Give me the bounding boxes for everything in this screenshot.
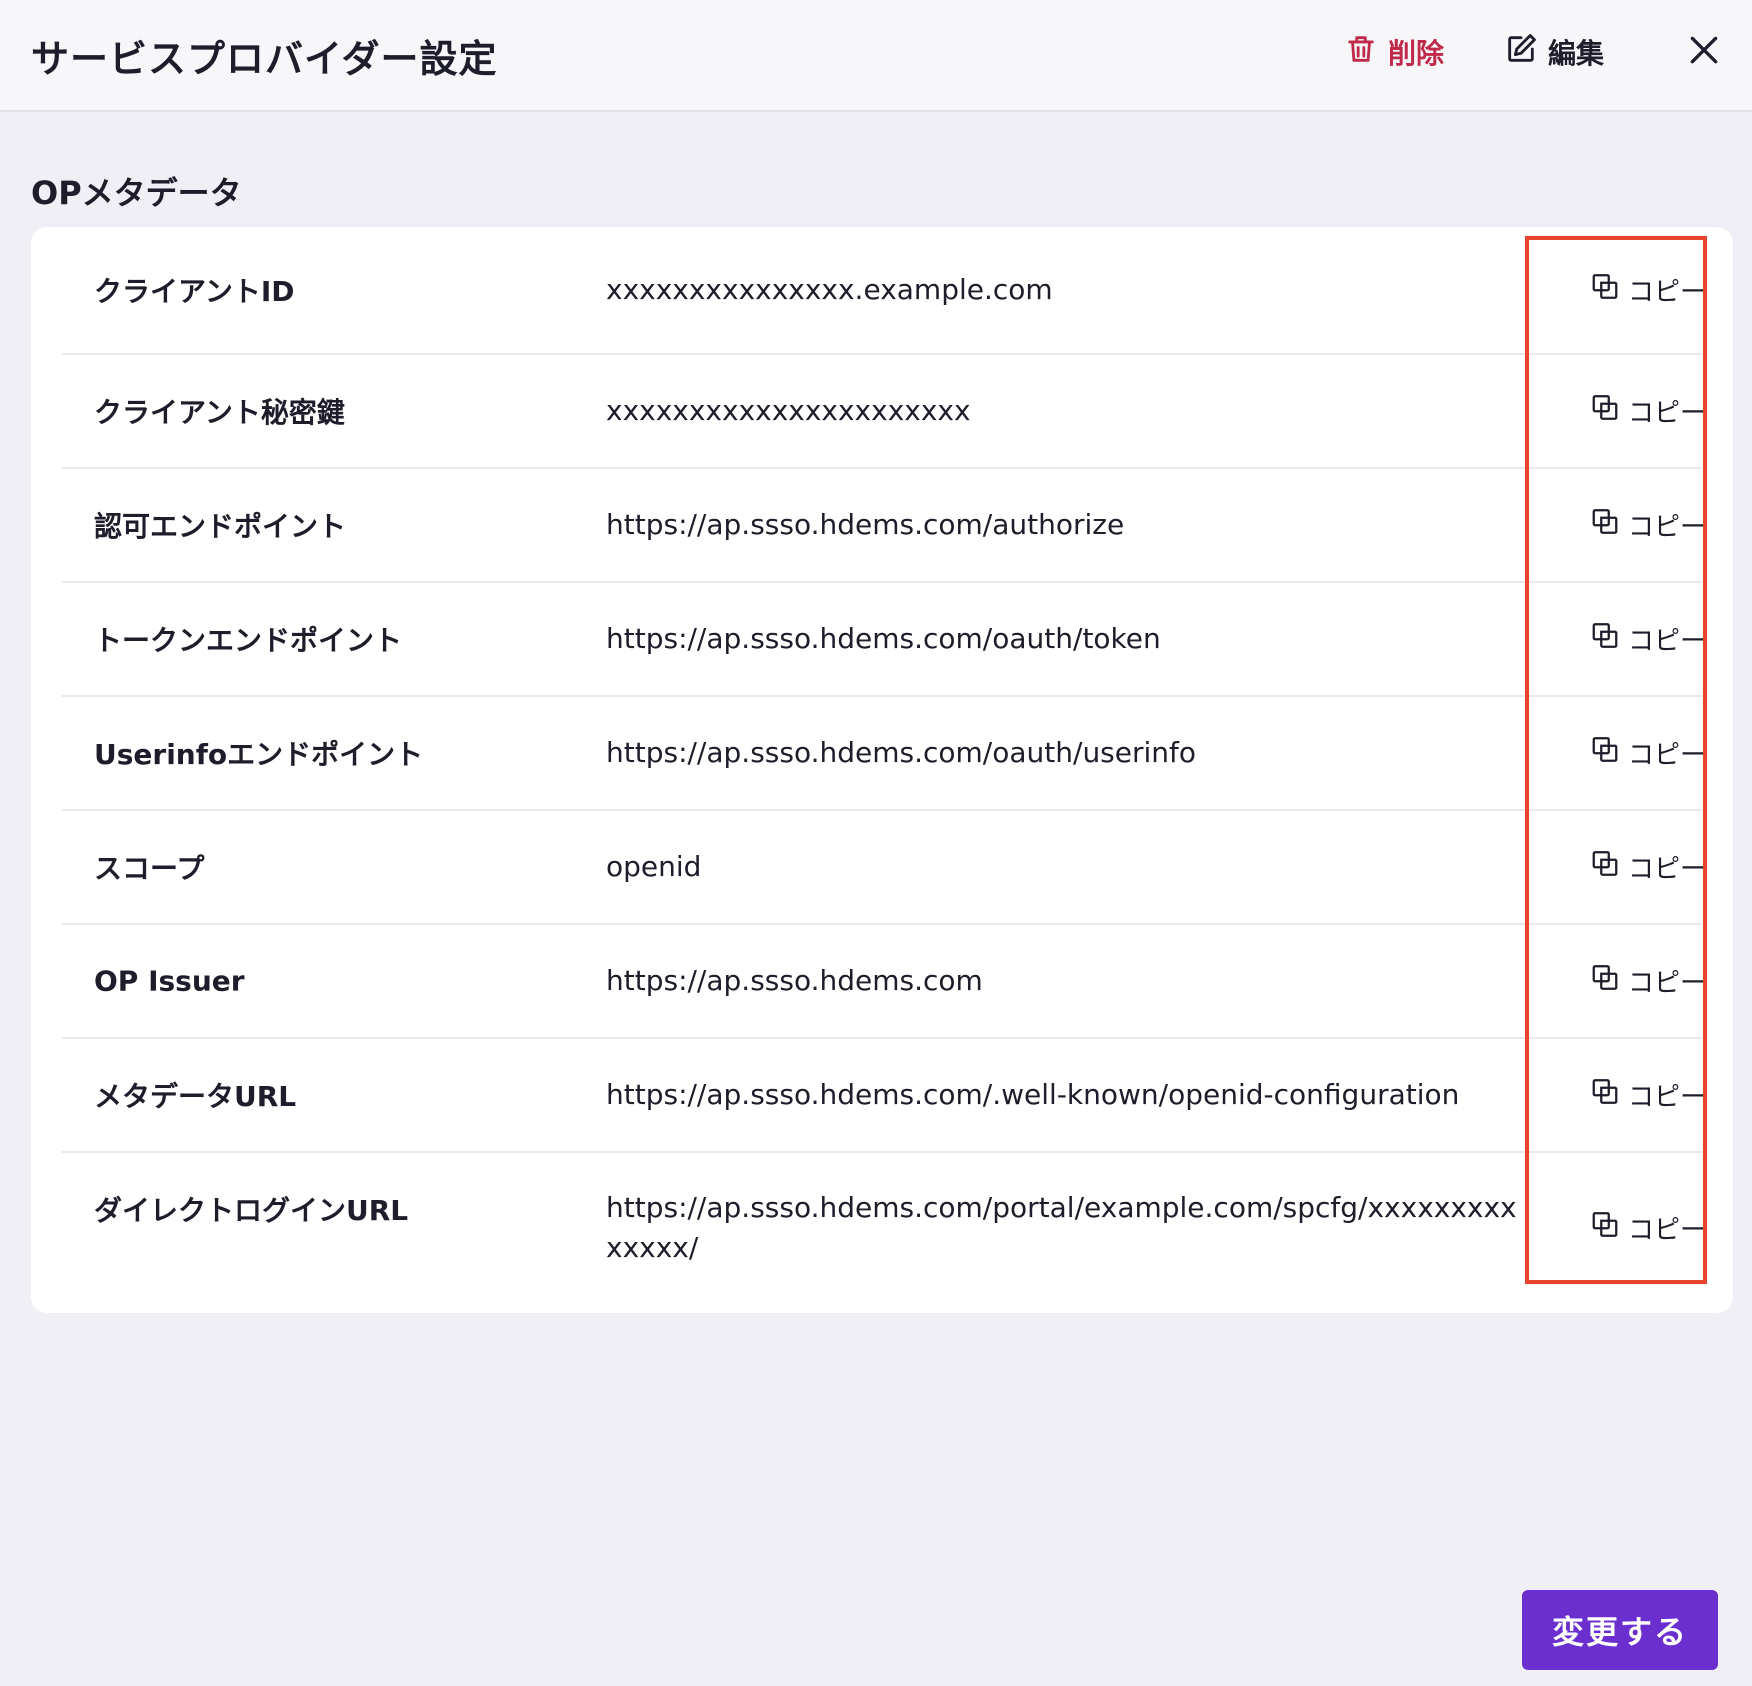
copy-icon [1590, 507, 1620, 544]
copy-button[interactable]: コピー [1590, 621, 1706, 658]
edit-button-label: 編集 [1548, 37, 1605, 70]
metadata-row-token-endpoint: トークンエンドポイント https://ap.ssso.hdems.com/oa… [62, 583, 1706, 697]
copy-icon [1590, 849, 1620, 886]
metadata-card: クライアントID xxxxxxxxxxxxxxx.example.com コピー… [31, 227, 1733, 1313]
row-label: スコープ [94, 852, 205, 885]
edit-button[interactable]: 編集 [1504, 30, 1604, 74]
row-label: 認可エンドポイント [94, 510, 347, 543]
trash-icon [1344, 32, 1378, 73]
copy-icon [1590, 1210, 1620, 1247]
copy-icon [1590, 621, 1620, 658]
row-value: https://ap.ssso.hdems.com [606, 964, 983, 997]
metadata-row-metadata-url: メタデータURL https://ap.ssso.hdems.com/.well… [62, 1039, 1706, 1153]
copy-button-label: コピー [1628, 1082, 1707, 1113]
row-value: https://ap.ssso.hdems.com/portal/example… [606, 1191, 1517, 1264]
metadata-row-direct-login-url: ダイレクトログインURL https://ap.ssso.hdems.com/p… [62, 1153, 1706, 1303]
copy-button[interactable]: コピー [1590, 272, 1706, 309]
copy-icon [1590, 1077, 1620, 1114]
row-label: Userinfoエンドポイント [94, 738, 424, 771]
copy-button-label: コピー [1628, 740, 1707, 771]
row-value: https://ap.ssso.hdems.com/oauth/token [606, 622, 1161, 655]
row-value: xxxxxxxxxxxxxxxxxxxxxx [606, 394, 971, 427]
copy-button-label: コピー [1628, 626, 1707, 657]
copy-icon [1590, 735, 1620, 772]
copy-button-label: コピー [1628, 968, 1707, 999]
row-label: トークンエンドポイント [94, 624, 403, 657]
row-label: クライアント秘密鍵 [94, 396, 345, 429]
metadata-row-authorize-endpoint: 認可エンドポイント https://ap.ssso.hdems.com/auth… [62, 469, 1706, 583]
row-value: https://ap.ssso.hdems.com/.well-known/op… [606, 1078, 1460, 1111]
dialog-header: サービスプロバイダー設定 削除 編集 [0, 0, 1752, 112]
metadata-row-scope: スコープ openid コピー [62, 811, 1706, 925]
copy-button-label: コピー [1628, 512, 1707, 543]
submit-button[interactable]: 変更する [1522, 1590, 1718, 1670]
row-value: https://ap.ssso.hdems.com/oauth/userinfo [606, 736, 1197, 769]
copy-button[interactable]: コピー [1590, 1210, 1706, 1247]
copy-button-label: コピー [1628, 1215, 1707, 1246]
close-icon [1684, 36, 1724, 74]
copy-button-label: コピー [1628, 854, 1707, 885]
edit-icon [1504, 32, 1538, 73]
metadata-row-client-id: クライアントID xxxxxxxxxxxxxxx.example.com コピー [62, 227, 1706, 355]
copy-button[interactable]: コピー [1590, 963, 1706, 1000]
section-title: OPメタデータ [31, 174, 242, 212]
copy-button[interactable]: コピー [1590, 735, 1706, 772]
row-label: OP Issuer [94, 964, 245, 998]
copy-icon [1590, 393, 1620, 430]
metadata-row-userinfo-endpoint: Userinfoエンドポイント https://ap.ssso.hdems.co… [62, 697, 1706, 811]
copy-button-label: コピー [1628, 277, 1707, 308]
row-value: xxxxxxxxxxxxxxx.example.com [606, 273, 1053, 306]
page-title: サービスプロバイダー設定 [31, 37, 498, 81]
copy-button-label: コピー [1628, 398, 1707, 429]
close-button[interactable] [1684, 30, 1724, 70]
delete-button-label: 削除 [1388, 37, 1445, 70]
delete-button[interactable]: 削除 [1344, 30, 1444, 74]
copy-icon [1590, 272, 1620, 309]
metadata-row-op-issuer: OP Issuer https://ap.ssso.hdems.com コピー [62, 925, 1706, 1039]
metadata-row-client-secret: クライアント秘密鍵 xxxxxxxxxxxxxxxxxxxxxx コピー [62, 355, 1706, 469]
copy-icon [1590, 963, 1620, 1000]
copy-button[interactable]: コピー [1590, 393, 1706, 430]
row-value: https://ap.ssso.hdems.com/authorize [606, 508, 1125, 541]
row-label: ダイレクトログインURL [94, 1194, 409, 1227]
copy-button[interactable]: コピー [1590, 1077, 1706, 1114]
row-value: openid [606, 850, 702, 883]
copy-button[interactable]: コピー [1590, 507, 1706, 544]
row-label: クライアントID [94, 275, 295, 308]
copy-button[interactable]: コピー [1590, 849, 1706, 886]
row-label: メタデータURL [94, 1080, 297, 1113]
